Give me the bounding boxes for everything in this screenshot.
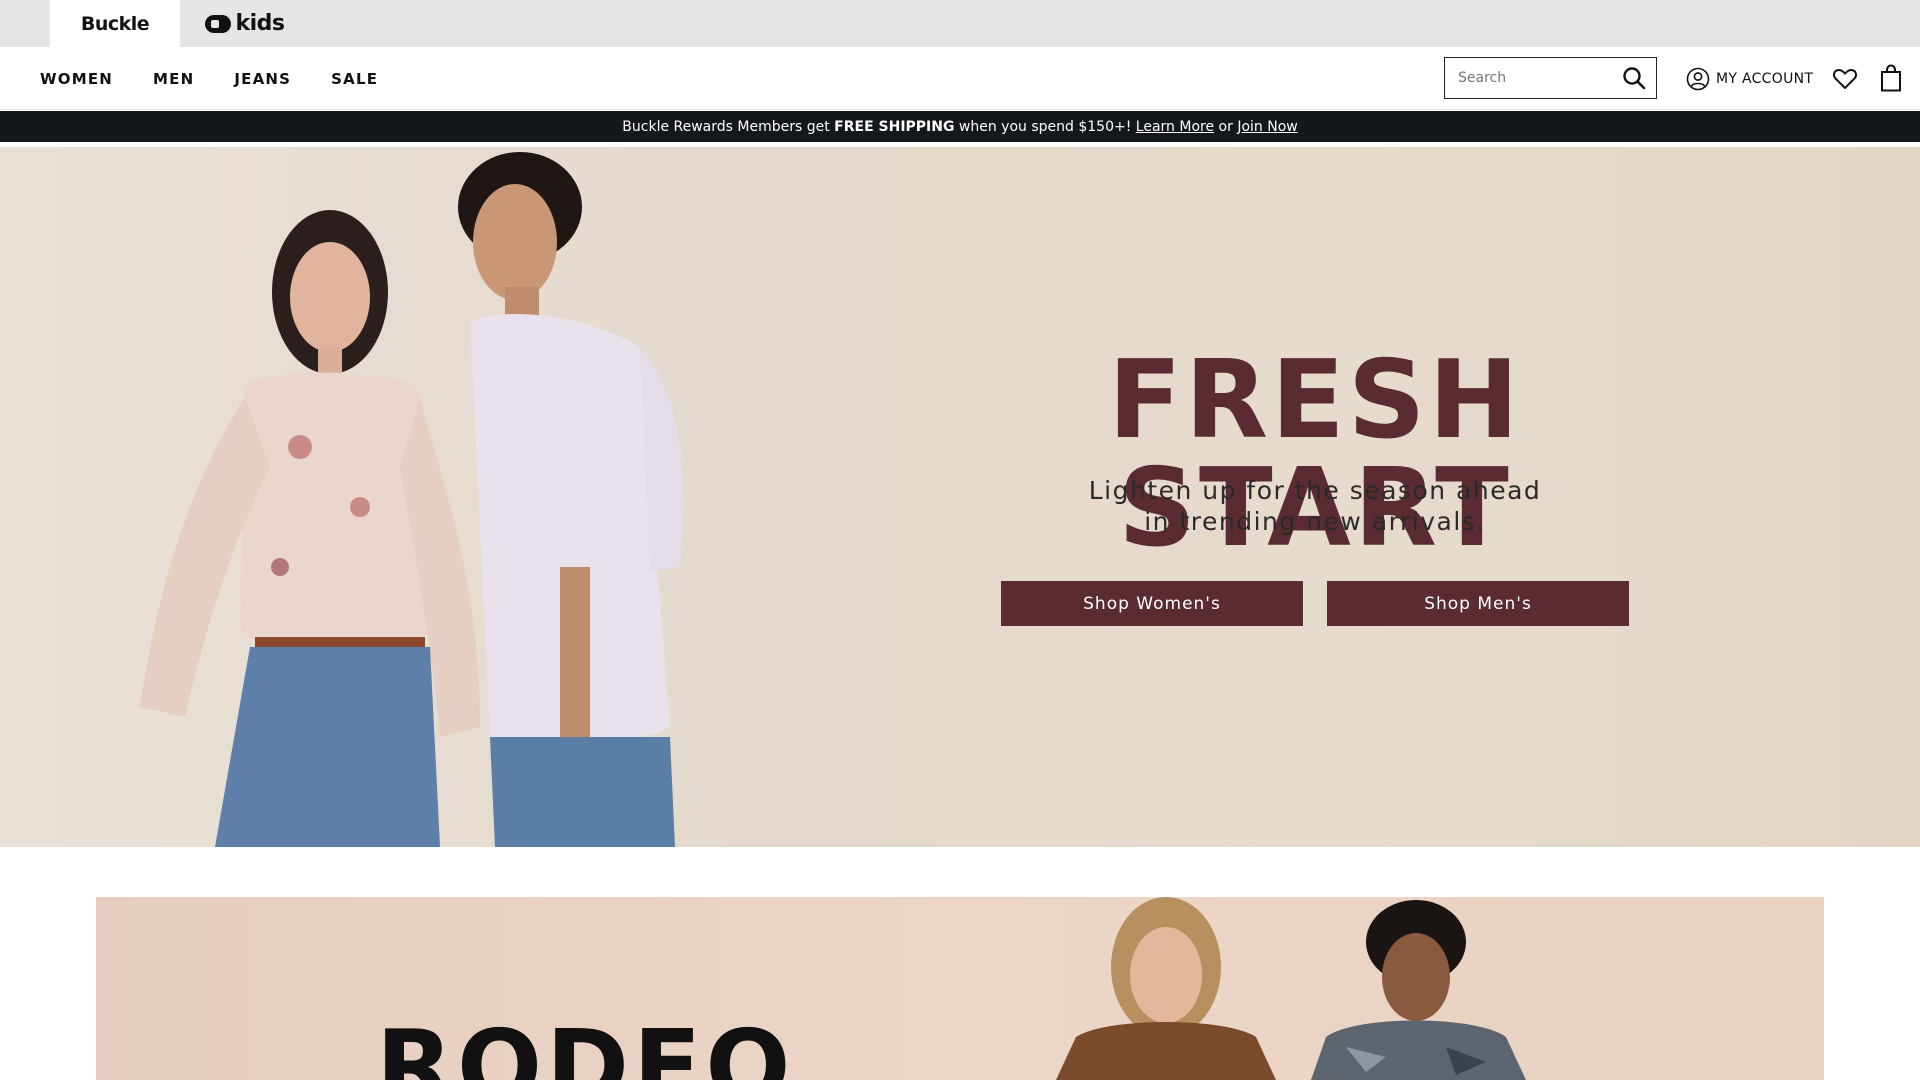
bag-icon[interactable]	[1880, 64, 1902, 92]
search-input[interactable]	[1445, 59, 1615, 97]
search-icon[interactable]	[1622, 66, 1646, 90]
brand-bar: Buckle kids	[0, 0, 1920, 47]
nav-link-jeans[interactable]: JEANS	[234, 70, 291, 88]
shop-womens-button[interactable]: Shop Women's	[1001, 581, 1303, 626]
nav-links: WOMEN MEN JEANS SALE	[40, 47, 378, 110]
hero-subtitle: Lighten up for the season ahead in trend…	[900, 475, 1730, 537]
promo-prefix: Buckle Rewards Members get	[622, 118, 835, 135]
buckle-logo: Buckle	[80, 12, 150, 35]
learn-more-link[interactable]: Learn More	[1136, 119, 1214, 135]
main-nav: WOMEN MEN JEANS SALE MY ACCOUNT	[0, 47, 1920, 110]
join-now-link[interactable]: Join Now	[1237, 119, 1297, 135]
kids-logo-mark-icon	[205, 14, 232, 33]
hero-banner[interactable]: FRESH START Lighten up for the season ah…	[0, 147, 1920, 847]
shop-mens-button[interactable]: Shop Men's	[1327, 581, 1629, 626]
promo-middle: when you spend $150+!	[954, 118, 1136, 135]
hero-models-image	[140, 152, 684, 847]
kids-logo: kids	[205, 11, 285, 36]
rodeo-models-image	[1056, 897, 1526, 1080]
nav-link-women[interactable]: WOMEN	[40, 70, 113, 88]
account-icon	[1686, 67, 1710, 91]
kids-brand-tab[interactable]: kids	[180, 0, 310, 47]
kids-logo-text: kids	[235, 11, 285, 36]
promo-or: or	[1214, 118, 1238, 135]
hero-subtitle-line-1: Lighten up for the season ahead	[1088, 476, 1542, 505]
my-account-link[interactable]: MY ACCOUNT	[1686, 65, 1813, 93]
rodeo-title: RODEO	[376, 1008, 795, 1080]
buckle-brand-tab[interactable]: Buckle	[50, 0, 180, 47]
my-account-label: MY ACCOUNT	[1716, 71, 1814, 87]
search-box	[1444, 57, 1657, 99]
rodeo-banner[interactable]: RODEO	[96, 897, 1824, 1080]
rewards-promo-banner: Buckle Rewards Members get FREE SHIPPING…	[0, 111, 1920, 142]
heart-icon[interactable]	[1832, 66, 1858, 92]
promo-highlight: FREE SHIPPING	[834, 118, 955, 135]
nav-link-men[interactable]: MEN	[153, 70, 194, 88]
nav-link-sale[interactable]: SALE	[331, 70, 378, 88]
hero-subtitle-line-2: in trending new arrivals.	[1144, 507, 1486, 536]
